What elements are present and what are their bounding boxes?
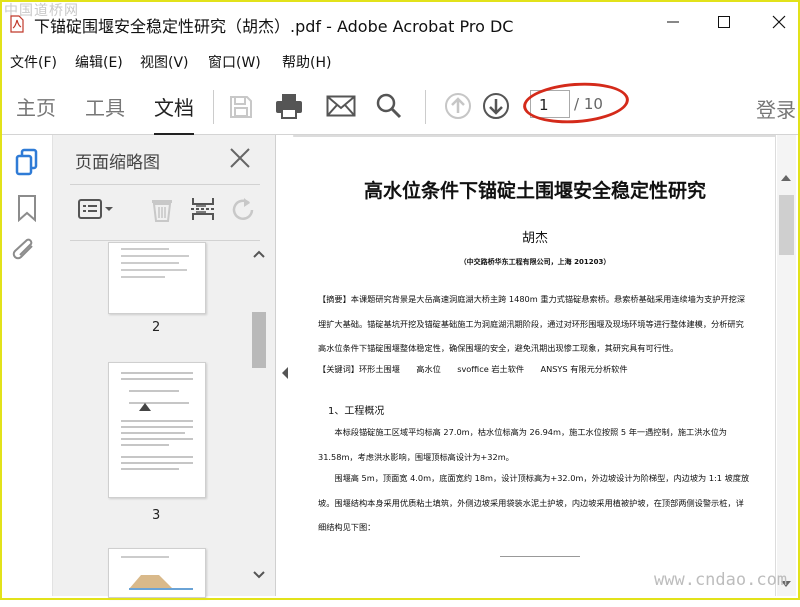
print-button[interactable]: [272, 90, 306, 122]
login-link[interactable]: 登录: [756, 94, 796, 123]
delete-icon[interactable]: [148, 195, 176, 223]
document-abstract: 【摘要】本课题研究背景是大岳高速洞庭湖大桥主跨 1480m 重力式锚碇悬索桥。悬…: [318, 294, 746, 353]
document-title: 高水位条件下锚碇土围堰安全稳定性研究: [363, 180, 706, 202]
save-icon: [230, 96, 252, 118]
maximize-button[interactable]: [709, 10, 739, 34]
page-thumbnails-button[interactable]: [14, 148, 40, 178]
thumbnail-label-2: 2: [152, 320, 161, 335]
menu-window[interactable]: 窗口(W): [208, 52, 261, 72]
previous-page-button[interactable]: [442, 90, 474, 122]
close-panel-icon[interactable]: [228, 146, 252, 170]
document-author: 胡杰: [521, 231, 548, 246]
close-window-button[interactable]: [764, 10, 794, 34]
next-page-button[interactable]: [480, 90, 512, 122]
page-thumbnail-3[interactable]: [108, 362, 206, 498]
page-number-input[interactable]: 1: [530, 90, 570, 118]
attachment-icon: [12, 238, 33, 260]
save-button[interactable]: [226, 92, 256, 122]
menu-help[interactable]: 帮助(H): [282, 52, 331, 72]
page-thumbnail-4[interactable]: [108, 548, 206, 598]
figure-caption-rule: [500, 556, 580, 557]
chevron-left-icon: [282, 367, 288, 379]
scroll-up-icon[interactable]: [250, 246, 268, 264]
document-paragraph: 本标段锚碇施工区域平均标高 27.0m，枯水位标高为 26.94m，施工水位按照…: [318, 427, 727, 462]
thumbnail-scrollbar[interactable]: [250, 246, 268, 586]
tab-home[interactable]: 主页: [16, 92, 56, 121]
maximize-icon: [718, 16, 730, 28]
document-scroll-thumb[interactable]: [779, 195, 794, 255]
minimize-button[interactable]: [658, 10, 688, 34]
menu-bar: 文件(F) 编辑(E) 视图(V) 窗口(W) 帮助(H): [2, 46, 798, 76]
menu-view[interactable]: 视图(V): [140, 52, 189, 72]
search-icon: [376, 93, 402, 119]
thumbnail-content: [121, 248, 189, 278]
tab-document[interactable]: 文档: [154, 92, 194, 136]
window-title: 下锚碇围堰安全稳定性研究（胡杰）.pdf - Adobe Acrobat Pro…: [34, 17, 514, 36]
scroll-down-icon[interactable]: [250, 566, 268, 584]
tab-tools[interactable]: 工具: [85, 92, 125, 121]
close-icon: [772, 15, 786, 29]
pdf-file-icon: [10, 15, 24, 33]
page-count: / 10: [574, 95, 603, 113]
thumbnail-content: [121, 372, 193, 470]
menu-file[interactable]: 文件(F): [10, 52, 57, 72]
email-button[interactable]: [324, 92, 358, 120]
thumbnail-label-3: 3: [152, 508, 161, 523]
attachments-button[interactable]: [12, 236, 40, 266]
page-thumbnail-2[interactable]: [108, 242, 206, 314]
document-affiliation: （中交路桥华东工程有限公司，上海 201203）: [459, 258, 611, 266]
document-keywords: 【关键词】环形土围堰 高水位 svoffice 岩土软件 ANSYS 有限元分析…: [318, 364, 628, 374]
menu-edit[interactable]: 编辑(E): [75, 52, 123, 72]
thumbnail-scroll-thumb[interactable]: [252, 312, 266, 368]
main-toolbar: 主页 工具 文档 登录: [2, 78, 798, 136]
thumbnail-content: [121, 556, 193, 590]
options-menu-icon[interactable]: [77, 197, 117, 223]
section-heading: 1、工程概况: [328, 406, 385, 417]
page-down-icon: [483, 93, 509, 119]
insert-pages-icon[interactable]: [189, 195, 217, 223]
bookmark-icon: [18, 195, 36, 223]
bookmarks-button[interactable]: [16, 194, 38, 223]
scroll-up-icon[interactable]: [777, 169, 796, 187]
minimize-icon: [667, 21, 679, 23]
document-paragraph: 围堰高 5m，顶面宽 4.0m，底面宽约 18m，设计顶标高为+32.0m，外边…: [318, 473, 750, 532]
panel-title: 页面缩略图: [75, 153, 160, 173]
print-icon: [276, 94, 302, 119]
site-watermark: www.cndao.com: [654, 570, 788, 590]
find-button[interactable]: [373, 90, 405, 122]
page-up-icon: [445, 93, 471, 119]
email-icon: [326, 95, 356, 117]
page-thumbnails-icon: [15, 148, 38, 176]
rotate-icon[interactable]: [230, 195, 258, 223]
panel-collapse-handle[interactable]: [277, 135, 294, 596]
